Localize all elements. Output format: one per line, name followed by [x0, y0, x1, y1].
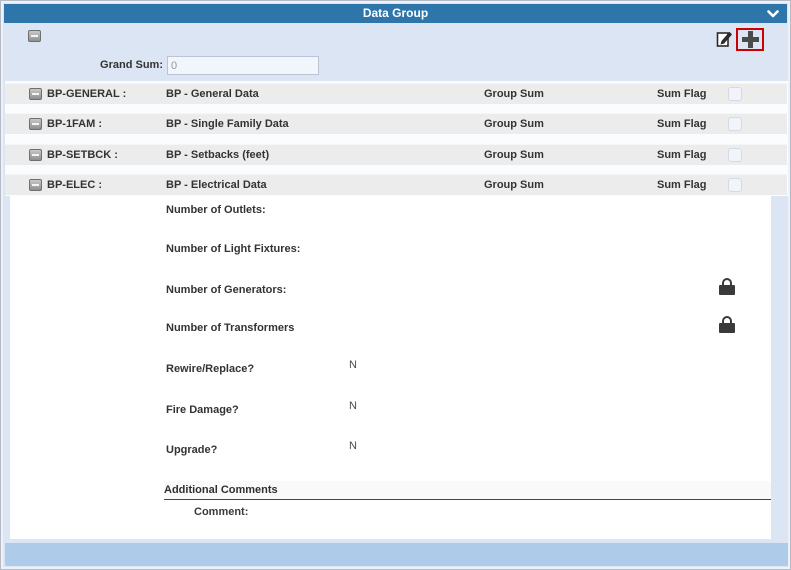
group-description: BP - Electrical Data [166, 179, 267, 191]
panel-titlebar: Data Group [4, 4, 787, 23]
collapse-group-button[interactable] [29, 149, 42, 161]
lock-body [719, 323, 735, 333]
data-group-panel: Data Group Grand Sum: BP-GENERAL : BP - … [0, 0, 791, 570]
sum-flag-checkbox[interactable] [728, 148, 742, 162]
sum-flag-checkbox[interactable] [728, 178, 742, 192]
lock-icon[interactable] [719, 278, 735, 295]
field-label-fixtures: Number of Light Fixtures: [166, 243, 301, 255]
group-row-bp-setbck: BP-SETBCK : BP - Setbacks (feet) Group S… [5, 144, 787, 165]
group-description: BP - Setbacks (feet) [166, 149, 270, 161]
group-sum-label: Group Sum [484, 88, 544, 100]
field-label-generators: Number of Generators: [166, 284, 287, 296]
group-sum-label: Group Sum [484, 118, 544, 130]
add-button-highlighted[interactable] [736, 28, 764, 51]
sum-flag-checkbox[interactable] [728, 87, 742, 101]
field-label-rewire: Rewire/Replace? [166, 363, 255, 375]
edit-icon[interactable] [716, 30, 733, 48]
bp-elec-detail-panel: Number of Outlets: Number of Light Fixtu… [10, 196, 771, 539]
sum-flag-label: Sum Flag [657, 118, 707, 130]
group-description: BP - Single Family Data [166, 118, 289, 130]
sum-flag-label: Sum Flag [657, 179, 707, 191]
group-description: BP - General Data [166, 88, 259, 100]
group-row-bp-elec: BP-ELEC : BP - Electrical Data Group Sum… [5, 174, 787, 195]
group-row-bp-general: BP-GENERAL : BP - General Data Group Sum… [5, 83, 787, 104]
panel-title: Data Group [362, 6, 429, 20]
field-value-fire-damage: N [349, 400, 357, 412]
collapse-group-button[interactable] [29, 88, 42, 100]
collapse-group-button[interactable] [29, 118, 42, 130]
plus-icon [741, 31, 759, 48]
group-code: BP-SETBCK : [47, 149, 118, 161]
group-sum-label: Group Sum [484, 179, 544, 191]
footer-bar [5, 543, 788, 566]
field-label-fire-damage: Fire Damage? [166, 404, 239, 416]
collapse-all-button[interactable] [28, 30, 41, 42]
field-label-outlets: Number of Outlets: [166, 204, 266, 216]
comment-label: Comment: [194, 506, 249, 518]
sum-flag-label: Sum Flag [657, 88, 707, 100]
group-code: BP-ELEC : [47, 179, 102, 191]
group-sum-label: Group Sum [484, 149, 544, 161]
group-code: BP-1FAM : [47, 118, 102, 130]
chevron-down-icon[interactable] [767, 10, 779, 18]
field-value-rewire: N [349, 359, 357, 371]
grand-sum-input[interactable] [167, 56, 319, 75]
lock-body [719, 285, 735, 295]
field-label-transformers: Number of Transformers [166, 322, 295, 334]
additional-comments-header: Additional Comments [164, 481, 771, 500]
group-row-bp-1fam: BP-1FAM : BP - Single Family Data Group … [5, 113, 787, 134]
grand-sum-label: Grand Sum: [100, 59, 163, 71]
field-value-upgrade: N [349, 440, 357, 452]
group-code: BP-GENERAL : [47, 88, 127, 100]
collapse-group-button[interactable] [29, 179, 42, 191]
sum-flag-label: Sum Flag [657, 149, 707, 161]
sum-flag-checkbox[interactable] [728, 117, 742, 131]
field-label-upgrade: Upgrade? [166, 444, 218, 456]
lock-icon[interactable] [719, 316, 735, 333]
